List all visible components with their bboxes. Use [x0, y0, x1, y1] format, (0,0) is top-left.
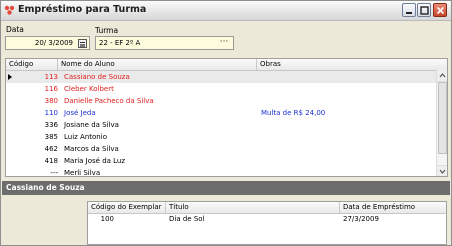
scroll-up-button[interactable]: [437, 70, 447, 82]
column-header-nome[interactable]: Nome do Aluno: [58, 59, 257, 70]
students-grid[interactable]: Código Nome do Aluno Obras 113 Cassiano …: [5, 58, 448, 177]
loan-title: Dia de Sol: [169, 215, 205, 223]
loan-code: 100: [100, 215, 114, 223]
student-name: Cleber Kolbert: [64, 85, 114, 93]
window-title: Empréstimo para Turma: [18, 4, 147, 15]
student-name: Danielle Pacheco da Silva: [64, 97, 154, 105]
student-code: 418: [44, 157, 58, 165]
grid-header: Código Nome do Aluno Obras: [6, 59, 447, 71]
student-code: 336: [44, 121, 58, 129]
column-header-codigo[interactable]: Código: [6, 59, 58, 70]
student-code: 380: [44, 97, 58, 105]
loans-grid[interactable]: Código do Exemplar Título Data de Emprés…: [87, 201, 447, 245]
student-name: Josiane da Silva: [64, 121, 119, 129]
student-code: 110: [44, 109, 58, 117]
app-icon: [4, 5, 15, 15]
student-name: Maria José da Luz: [64, 157, 126, 165]
column-header-titulo[interactable]: Título: [166, 202, 340, 213]
turma-lookup-button[interactable]: ···: [216, 38, 232, 48]
student-code: 385: [44, 133, 58, 141]
table-row[interactable]: 380 Danielle Pacheco da Silva: [6, 95, 436, 107]
close-button[interactable]: [433, 3, 447, 17]
student-name: Cassiano de Souza: [64, 73, 130, 81]
loan-window: Empréstimo para Turma Data 20/ 3/2009 Tu…: [0, 0, 452, 246]
student-code: 116: [44, 85, 58, 93]
chevron-down-icon: [439, 169, 446, 174]
student-name: Luiz Antonio: [64, 133, 107, 141]
student-name: Marcos da Silva: [64, 145, 119, 153]
table-row[interactable]: 113 Cassiano de Souza: [6, 71, 436, 83]
student-obras: Multa de R$ 24,00: [261, 109, 326, 117]
student-code: ---: [50, 169, 58, 177]
turma-field[interactable]: 22 - EF 2º A ···: [95, 36, 234, 50]
maximize-icon: [420, 6, 429, 15]
grid-scrollbar[interactable]: [436, 70, 447, 176]
data-label: Data: [6, 25, 24, 34]
table-row[interactable]: 336 Josiane da Silva: [6, 119, 436, 131]
column-header-codigo-exemplar[interactable]: Código do Exemplar: [88, 202, 166, 213]
date-field[interactable]: 20/ 3/2009: [5, 36, 90, 50]
loan-row[interactable]: 100 Dia de Sol 27/3/2009: [88, 214, 446, 225]
chevron-up-icon: [439, 73, 446, 78]
table-row[interactable]: 110 José Jeda Multa de R$ 24,00: [6, 107, 436, 119]
date-value: 20/ 3/2009: [34, 39, 73, 47]
loans-grid-header: Código do Exemplar Título Data de Emprés…: [88, 202, 446, 214]
selected-student-bar: Cassiano de Souza: [2, 181, 450, 195]
student-name: Merli Silva: [64, 169, 101, 177]
scroll-down-button[interactable]: [437, 165, 447, 176]
column-header-obras[interactable]: Obras: [257, 59, 436, 70]
scroll-thumb[interactable]: [438, 82, 447, 154]
turma-value: 22 - EF 2º A: [99, 39, 141, 47]
turma-label: Turma: [95, 26, 119, 35]
close-icon: [436, 6, 445, 15]
minimize-icon: [406, 12, 412, 14]
table-row[interactable]: 462 Marcos da Silva: [6, 143, 436, 155]
student-code: 462: [44, 145, 58, 153]
maximize-button[interactable]: [417, 3, 431, 17]
student-code: 113: [44, 73, 58, 81]
student-name: José Jeda: [64, 109, 96, 117]
loan-date: 27/3/2009: [343, 215, 379, 223]
title-bar[interactable]: Empréstimo para Turma: [1, 1, 451, 21]
minimize-button[interactable]: [402, 3, 416, 17]
table-row[interactable]: 418 Maria José da Luz: [6, 155, 436, 167]
table-row[interactable]: 385 Luiz Antonio: [6, 131, 436, 143]
table-row[interactable]: 116 Cleber Kolbert: [6, 83, 436, 95]
column-header-data-emprestimo[interactable]: Data de Empréstimo: [340, 202, 446, 213]
calendar-icon[interactable]: [78, 39, 87, 48]
table-row[interactable]: --- Merli Silva: [6, 167, 436, 177]
